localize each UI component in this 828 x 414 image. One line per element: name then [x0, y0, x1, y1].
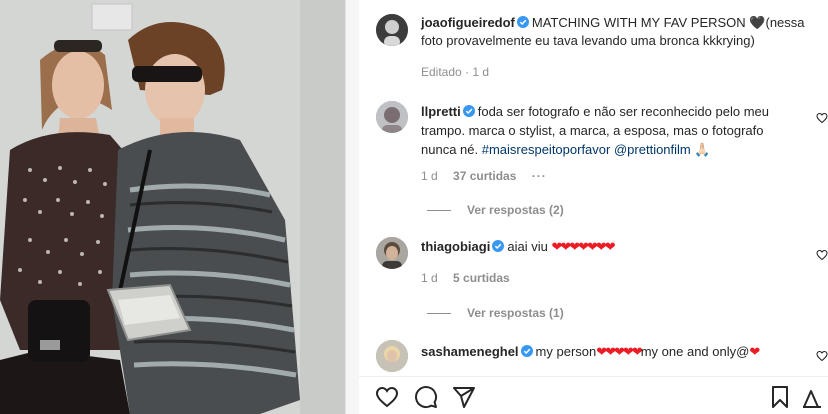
bookmark-icon[interactable] [768, 385, 792, 409]
verified-badge-icon [462, 105, 475, 117]
comments-panel: joaofigueiredof MATCHING WITH MY FAV PERS… [359, 0, 828, 414]
black-heart-emoji: 🖤 [749, 15, 766, 30]
comment-avatar[interactable] [376, 237, 408, 269]
comment-icon[interactable] [414, 385, 438, 409]
post-image-illustration [0, 0, 345, 414]
panel-divider [345, 0, 359, 414]
comment-body: sashameneghel my person❤❤❤❤❤my one and on… [421, 343, 821, 361]
caption-edited-label: Editado · 1 d [421, 65, 501, 79]
comment-like-heart-icon[interactable] [816, 112, 828, 124]
mention-link[interactable]: @prettionfilm [614, 142, 691, 157]
avatar-image [376, 340, 408, 372]
comment-text: aiai viu [507, 239, 548, 254]
avatar-image [376, 101, 408, 133]
hashtag-link[interactable]: #maisrespeitoporfavor [482, 142, 611, 157]
comment-time: 1 d [421, 271, 438, 285]
comment-body: llpretti foda ser fotografo e não ser rec… [421, 102, 801, 159]
edited-time: Editado · 1 d [421, 65, 490, 79]
author-username[interactable]: joaofigueiredof [421, 15, 515, 30]
red-hearts-emoji: ❤❤❤❤❤❤❤ [551, 239, 615, 254]
red-hearts-emoji: ❤❤❤❤❤ [596, 344, 642, 359]
caption-text-line2: foto provavelmente eu tava levando uma b… [421, 33, 755, 48]
view-replies-button[interactable]: Ver respostas (2) [427, 203, 564, 217]
comment-text-line2: trampo. marca o stylist, a marca, a espo… [421, 123, 764, 138]
comment-meta: 1 d 5 curtidas [421, 271, 522, 285]
comment-text-line3: nunca né. [421, 142, 479, 157]
comment-avatar[interactable] [376, 101, 408, 133]
comment-text: foda ser fotografo e não ser reconhecido… [477, 104, 769, 119]
post-action-bar [359, 376, 828, 414]
comment-username[interactable]: sashameneghel [421, 344, 519, 359]
comment-text-cont: my one and only@ [640, 344, 750, 359]
replies-line [427, 313, 451, 315]
post-caption: joaofigueiredof MATCHING WITH MY FAV PERS… [421, 14, 821, 50]
view-replies-button[interactable]: Ver respostas (1) [427, 306, 564, 320]
comment-body: thiagobiagi aiai viu ❤❤❤❤❤❤❤ [421, 238, 811, 256]
view-replies-label: Ver respostas (1) [467, 306, 564, 320]
replies-line [427, 210, 451, 212]
comment-more-options[interactable]: ··· [532, 169, 547, 183]
paper-plane-icon[interactable] [452, 385, 476, 409]
comment-username[interactable]: llpretti [421, 104, 461, 119]
avatar-image [376, 14, 408, 46]
caption-text-cont: (nessa [765, 15, 805, 30]
author-avatar[interactable] [376, 14, 408, 46]
avatar-image [376, 237, 408, 269]
heart-icon[interactable] [375, 385, 399, 409]
verified-badge-icon [520, 345, 533, 357]
caption-text: MATCHING WITH MY FAV PERSON [531, 15, 746, 30]
post-photo[interactable] [0, 0, 345, 414]
comment-likes[interactable]: 5 curtidas [453, 271, 510, 285]
comment-meta: 1 d 37 curtidas ··· [421, 169, 559, 183]
verified-badge-icon [492, 240, 505, 252]
comment-time: 1 d [421, 169, 438, 183]
comment-likes[interactable]: 37 curtidas [453, 169, 516, 183]
view-replies-label: Ver respostas (2) [467, 203, 564, 217]
comment-avatar[interactable] [376, 340, 408, 372]
comment-like-heart-icon[interactable] [816, 249, 828, 261]
comment-username[interactable]: thiagobiagi [421, 239, 490, 254]
more-options-icon[interactable] [800, 385, 824, 409]
comment-like-heart-icon[interactable] [816, 350, 828, 362]
pray-emoji: 🙏🏻 [694, 142, 711, 157]
comment-text: my person [535, 344, 597, 359]
red-heart-emoji: ❤ [749, 344, 760, 359]
verified-badge-icon [516, 16, 529, 28]
